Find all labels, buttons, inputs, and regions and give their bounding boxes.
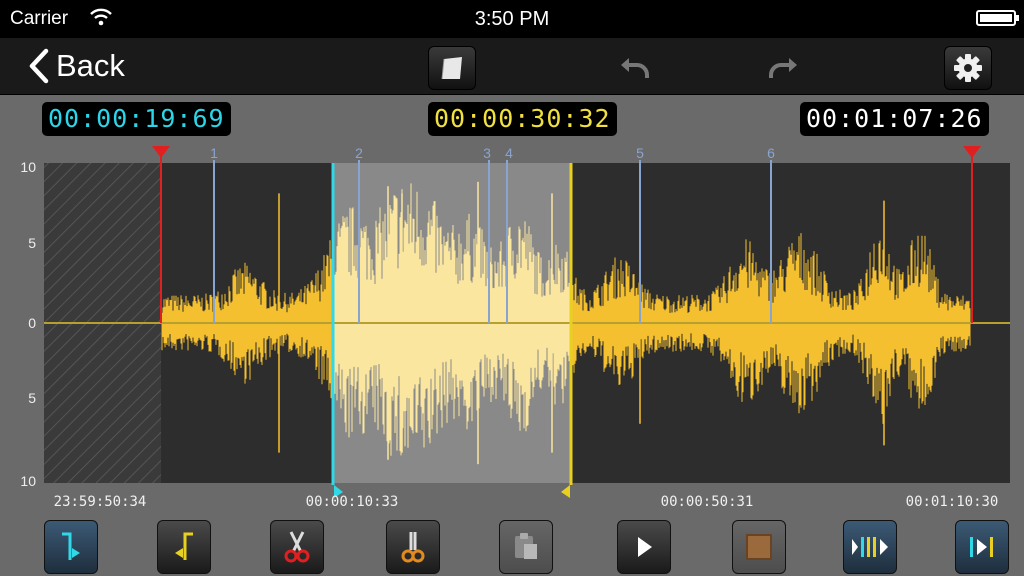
time-label: 00:00:50:31 xyxy=(661,494,754,510)
edit-toolbar xyxy=(0,514,1024,576)
bracket-start-icon xyxy=(58,532,84,562)
stop-button[interactable] xyxy=(732,520,786,574)
bracket-end-icon xyxy=(171,532,197,562)
back-button[interactable]: Back xyxy=(28,46,125,86)
settings-button[interactable] xyxy=(944,46,992,90)
cut-button[interactable] xyxy=(270,520,324,574)
play-icon xyxy=(632,534,656,560)
undo-button[interactable] xyxy=(612,46,658,88)
clipboard-icon xyxy=(511,531,541,563)
time-label: 00:00:10:33 xyxy=(306,494,399,510)
set-start-button[interactable] xyxy=(44,520,98,574)
time-axis: 23:59:50:34 00:00:10:33 00:00:50:31 00:01:1… xyxy=(54,494,999,510)
back-label: Back xyxy=(56,48,125,83)
y-tick-label: 10 xyxy=(20,159,36,175)
page-icon xyxy=(441,57,462,80)
stop-icon xyxy=(746,534,772,560)
battery-icon xyxy=(976,10,1019,26)
marker-label: 2 xyxy=(355,145,363,161)
selection-end-handle[interactable] xyxy=(561,485,570,498)
gear-icon xyxy=(954,54,982,82)
marker-label: 3 xyxy=(483,145,491,161)
marker-label: 4 xyxy=(505,145,513,161)
marker-label: 1 xyxy=(210,145,218,161)
scissors-orange-icon xyxy=(398,530,428,564)
play-selection-button[interactable] xyxy=(843,520,897,574)
scissors-red-icon xyxy=(282,530,312,564)
play-to-end-button[interactable] xyxy=(955,520,1009,574)
status-time: 3:50 PM xyxy=(474,8,550,30)
trim-start-handle[interactable] xyxy=(152,146,170,158)
redo-button[interactable] xyxy=(760,46,806,88)
document-button[interactable] xyxy=(428,46,476,90)
marker-label: 6 xyxy=(767,145,775,161)
play-selection-icon xyxy=(850,534,890,560)
trim-end-handle[interactable] xyxy=(963,146,981,158)
total-duration-timecode[interactable]: 00:01:07:26 xyxy=(800,102,989,136)
paste-button[interactable] xyxy=(499,520,553,574)
play-to-end-icon xyxy=(966,534,998,560)
y-tick-label: 5 xyxy=(28,235,36,251)
selection-start-timecode[interactable]: 00:00:19:69 xyxy=(42,102,231,136)
time-label: 23:59:50:34 xyxy=(54,494,147,510)
chevron-left-icon xyxy=(29,48,49,84)
status-bar: Carrier 3:50 PM xyxy=(0,0,1024,38)
set-end-button[interactable] xyxy=(157,520,211,574)
marker-label: 5 xyxy=(636,145,644,161)
y-tick-label: 10 xyxy=(20,473,36,489)
redo-icon xyxy=(769,58,797,78)
time-label: 00:01:10:30 xyxy=(906,494,999,510)
nav-bar: Back xyxy=(0,38,1024,95)
selection-length-timecode[interactable]: 00:00:30:32 xyxy=(428,102,617,136)
y-tick-label: 0 xyxy=(28,315,36,331)
play-button[interactable] xyxy=(617,520,671,574)
undo-icon xyxy=(621,58,649,78)
y-axis: 10 5 0 5 10 xyxy=(20,159,36,489)
y-tick-label: 5 xyxy=(28,390,36,406)
waveform-editor[interactable]: 1 2 34 5 6 10 5 0 5 10 23:59:50:34 00:00:10:33 00:… xyxy=(0,140,1024,514)
trim-button[interactable] xyxy=(386,520,440,574)
